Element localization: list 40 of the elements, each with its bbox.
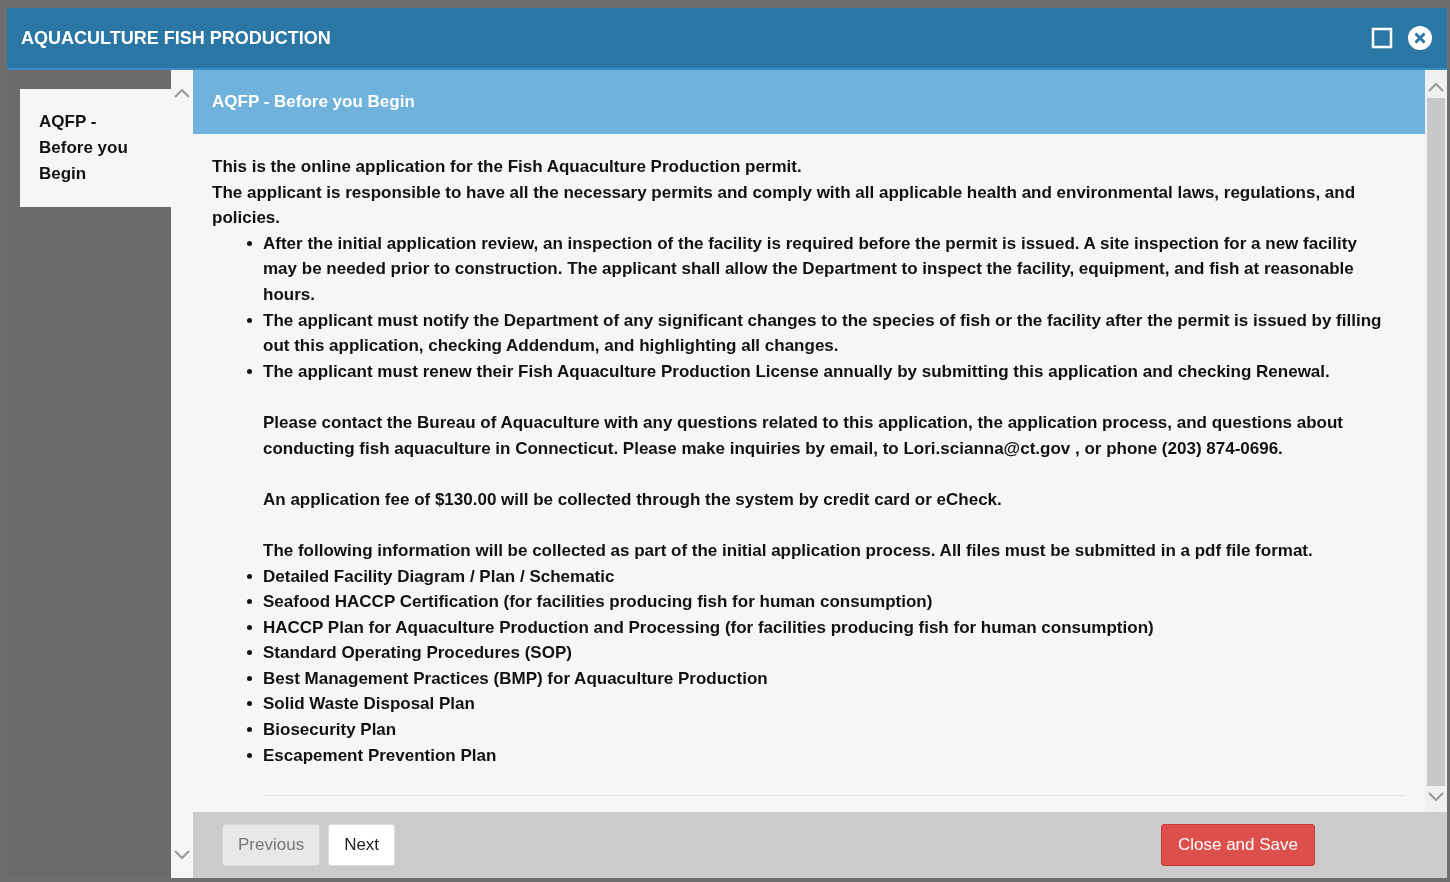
scroll-up-icon[interactable] [174,88,190,98]
bullet-icon [247,599,252,605]
window-title: AQUACULTURE FISH PRODUCTION [21,27,332,49]
intro-text: This is the online application for the Fish Aquaculture Production permit. [212,156,803,178]
bullet-icon [247,317,252,323]
paragraph: The following information will be collected as part of the initial application process. All files must be submitted in a pdf file format. [263,539,1314,562]
list-item: Seafood HACCP Certification (for facilities producing fish for human consumption) [263,591,933,614]
maximize-button[interactable] [1371,27,1393,49]
bullet-icon [247,368,252,374]
nav-button[interactable]: Next [328,824,396,866]
scrollbar[interactable] [1425,70,1447,812]
scroll-up-icon[interactable] [1428,82,1444,92]
list-item: Standard Operating Procedures (SOP) [263,642,572,665]
close-save-button[interactable]: Close and Save [1160,824,1315,866]
list-item: Biosecurity Plan [263,719,397,742]
bullet-icon [247,624,252,630]
bullet-icon [247,650,252,656]
paragraph: An application fee of $130.00 will be collected through the system by credit card or eCheck. [263,488,1003,511]
bullet-icon [247,675,252,681]
bullet-icon [247,752,252,758]
section-header: AQFP - Before you Begin [193,70,1425,134]
list-item: HACCP Plan for Aquaculture Production and Processing (for facilities producing fish for human consumption) [263,616,1154,639]
list-item: After the initial application review, an inspection of the facility is required before the permit is issued. A site inspection for a new facility may be needed prior to construction. The applicant shall allow the Department to inspect the facility, equipment, and fish at reasonable hours. [263,232,1358,306]
list-item: Best Management Practices (BMP) for Aquaculture Production [263,667,768,690]
scroll-down-icon[interactable] [174,850,190,860]
list-item: The applicant must renew their Fish Aquaculture Production License annually by submitting this application and checking Renewal. [263,360,1330,383]
scrollbar-thumb[interactable] [1427,98,1445,786]
paragraph: Please contact the Bureau of Aquaculture with any questions related to this application, the application process, and questions about conducting fish aquaculture in Connecticut. Please make inquiries by email, to Lori.scianna@ct.gov , or phone (203) 874-0696. [263,411,1344,460]
list-item: The applicant must notify the Department of any significant changes to the species of fish or the facility after the permit is issued by filling out this application, checking Addendum, and highlighting all changes. [263,309,1383,358]
list-item: Solid Waste Disposal Plan [263,693,475,716]
list-item: Escapement Prevention Plan [263,744,497,767]
close-button[interactable] [1407,25,1433,51]
bullet-icon [247,573,252,579]
sidebar-tab[interactable]: AQFP - Before you Begin [20,89,171,207]
bullet-icon [247,701,252,707]
bullet-icon [247,727,252,733]
intro-text: The applicant is responsible to have all the necessary permits and comply with all applicable health and environmental laws, regulations, and policies. [212,181,1357,230]
list-item: Detailed Facility Diagram / Plan / Schematic [263,565,615,588]
scroll-down-icon[interactable] [1428,792,1444,802]
bullet-icon [247,240,252,246]
